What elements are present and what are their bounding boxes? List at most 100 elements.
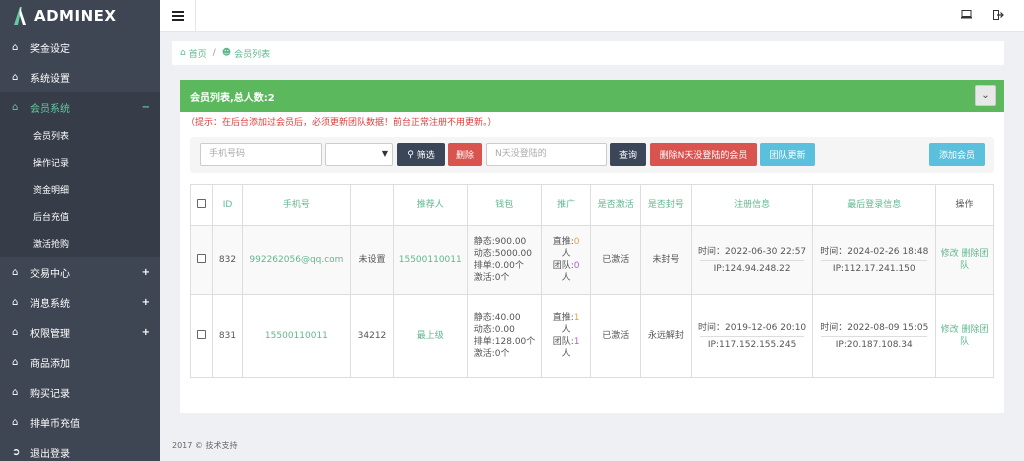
sidebar-item-purchase-records[interactable]: ⌂ 购买记录: [0, 377, 160, 407]
login-time: 时间：2024-02-26 18:48: [820, 246, 929, 257]
sidebar-item-member-system[interactable]: ⌂ 会员系统 −: [0, 92, 160, 122]
collapse-toggle-icon[interactable]: −: [142, 102, 150, 113]
logo-text: ADMINEX: [34, 7, 117, 25]
breadcrumb: ⌂ 首页 / ☻ 会员列表: [172, 41, 1004, 65]
promo-team-count: 1: [573, 337, 580, 347]
wallet-dynamic: 动态:5000.00: [473, 249, 532, 259]
promo-team: 团队:1: [544, 336, 589, 348]
select-all-checkbox[interactable]: [197, 198, 207, 208]
promo-team: 团队:0: [544, 260, 589, 272]
promo-direct-unit: 人: [561, 249, 571, 259]
home-icon: ⌂: [12, 71, 19, 83]
divider: [821, 335, 928, 337]
sidebar-item-bonus-settings[interactable]: ⌂ 奖金设定: [0, 32, 160, 62]
delete-team-link[interactable]: 删除团队: [960, 249, 988, 271]
promo-direct-count: 0: [573, 237, 580, 247]
promo-team-unit: 人: [561, 349, 571, 359]
edit-link[interactable]: 修改: [941, 325, 959, 335]
cell-wallet: 静态:40.00 动态:0.00 排单:128.00个 激活:0个: [466, 294, 542, 378]
delete-inactive-members-button[interactable]: 删除N天没登陆的会员: [650, 143, 757, 166]
column-header-phone[interactable]: 手机号: [241, 184, 352, 226]
cell-phone[interactable]: 992262056@qq.com: [241, 225, 352, 295]
cell-name: 34212: [350, 294, 394, 378]
sidebar-subitem-activation-purchase[interactable]: 激活抢购: [0, 230, 160, 257]
update-team-button[interactable]: 团队更新: [760, 143, 815, 166]
home-icon: ⌂: [12, 416, 19, 428]
breadcrumb-home-link[interactable]: 首页: [189, 47, 207, 60]
wallet-queue: 排单:0.00个: [473, 261, 524, 271]
column-header-activated[interactable]: 是否激活: [590, 184, 642, 226]
breadcrumb-current: 会员列表: [234, 49, 271, 60]
edit-link[interactable]: 修改: [941, 249, 959, 259]
promo-direct: 直推:1: [544, 312, 589, 324]
sidebar-item-trading-center[interactable]: ⌂ 交易中心 +: [0, 257, 160, 287]
delete-team-link[interactable]: 删除团队: [960, 325, 988, 347]
promo-direct-unit: 人: [561, 325, 571, 335]
logo[interactable]: ADMINEX: [0, 0, 160, 32]
column-header-registration[interactable]: 注册信息: [690, 184, 814, 226]
sidebar-item-queue-coin-recharge[interactable]: ⌂ 排单币充值: [0, 407, 160, 437]
cell-actions: 修改 删除团队: [935, 294, 994, 378]
member-table: ID 手机号 推荐人 钱包 推广 是否激活 是否封号 注册信息 最后登录信息 操…: [189, 184, 994, 378]
expand-toggle-icon[interactable]: +: [142, 327, 150, 338]
sidebar-item-logout[interactable]: ➲ 退出登录: [0, 437, 160, 461]
sidebar-item-system-settings[interactable]: ⌂ 系统设置: [0, 62, 160, 92]
sidebar: ADMINEX ⌂ 奖金设定 ⌂ 系统设置 ⌂ 会员系统 − 会员列表 操作记录…: [0, 0, 160, 461]
cell-phone[interactable]: 15500110011: [241, 294, 352, 378]
menu-toggle-button[interactable]: [160, 0, 196, 32]
row-checkbox[interactable]: [197, 253, 207, 263]
inactive-days-input[interactable]: N天没登陆的: [486, 143, 607, 166]
expand-toggle-icon[interactable]: +: [142, 297, 150, 308]
cell-referrer[interactable]: 15500110011: [392, 225, 468, 295]
column-header-last-login[interactable]: 最后登录信息: [812, 184, 937, 226]
filter-select[interactable]: ▼: [325, 143, 393, 166]
promo-team-unit: 人: [561, 273, 571, 283]
column-header-wallet[interactable]: 钱包: [466, 184, 542, 226]
sidebar-item-label: 权限管理: [30, 328, 70, 340]
cell-banned: 永远解封: [640, 294, 692, 378]
row-checkbox[interactable]: [197, 329, 207, 339]
cell-wallet: 静态:900.00 动态:5000.00 排单:0.00个 激活:0个: [466, 225, 542, 295]
column-header-promotion[interactable]: 推广: [540, 184, 592, 226]
sidebar-subitem-member-list[interactable]: 会员列表: [0, 122, 160, 149]
column-header-referrer[interactable]: 推荐人: [392, 184, 468, 226]
home-icon: ⌂: [12, 266, 19, 278]
sidebar-item-label: 系统设置: [30, 73, 70, 85]
filter-button[interactable]: ⚲ 筛选: [397, 143, 445, 166]
sidebar-item-label: 会员系统: [30, 103, 70, 115]
query-button[interactable]: 查询: [610, 143, 646, 166]
table-row: 831 15500110011 34212 最上级 静态:40.00 动态:0.…: [189, 294, 994, 378]
delete-button[interactable]: 删除: [448, 143, 482, 166]
top-header: [160, 0, 1024, 32]
select-all-checkbox-cell: [189, 184, 214, 226]
sidebar-subitem-backend-recharge[interactable]: 后台充值: [0, 203, 160, 230]
home-icon: ⌂: [12, 296, 19, 308]
sidebar-item-message-system[interactable]: ⌂ 消息系统 +: [0, 287, 160, 317]
chevron-down-icon: ▼: [381, 149, 388, 158]
add-member-button[interactable]: 添加会员: [929, 143, 985, 166]
hint-text: （提示：在后台添加过会员后，必须更新团队数据！前台正常注册不用更新。）: [186, 118, 497, 128]
footer-text: 2017 © 技术支持: [172, 441, 238, 450]
panel-header: 会员列表,总人数:2 ⌄: [180, 80, 1004, 112]
cell-referrer[interactable]: 最上级: [392, 294, 468, 378]
hamburger-icon: [171, 11, 184, 21]
sign-out-icon[interactable]: [993, 10, 1004, 23]
phone-search-input[interactable]: 手机号码: [200, 143, 322, 166]
home-icon: ⌂: [180, 48, 186, 58]
column-header-banned[interactable]: 是否封号: [640, 184, 692, 226]
sidebar-subitem-fund-details[interactable]: 资金明细: [0, 176, 160, 203]
column-header-id[interactable]: ID: [212, 184, 243, 226]
wallet-static: 静态:40.00: [473, 313, 521, 323]
cell-actions: 修改 删除团队: [935, 225, 994, 295]
sidebar-item-permissions[interactable]: ⌂ 权限管理 +: [0, 317, 160, 347]
sidebar-item-label: 购买记录: [30, 388, 70, 400]
sidebar-item-label: 排单币充值: [30, 418, 80, 430]
cell-activated: 已激活: [590, 294, 642, 378]
sidebar-subitem-operation-log[interactable]: 操作记录: [0, 149, 160, 176]
sidebar-item-label: 商品添加: [30, 358, 70, 370]
wallet-queue: 排单:128.00个: [473, 337, 536, 347]
monitor-icon[interactable]: [961, 10, 972, 22]
sidebar-item-add-product[interactable]: ⌂ 商品添加: [0, 347, 160, 377]
panel-collapse-button[interactable]: ⌄: [975, 85, 996, 106]
expand-toggle-icon[interactable]: +: [142, 267, 150, 278]
